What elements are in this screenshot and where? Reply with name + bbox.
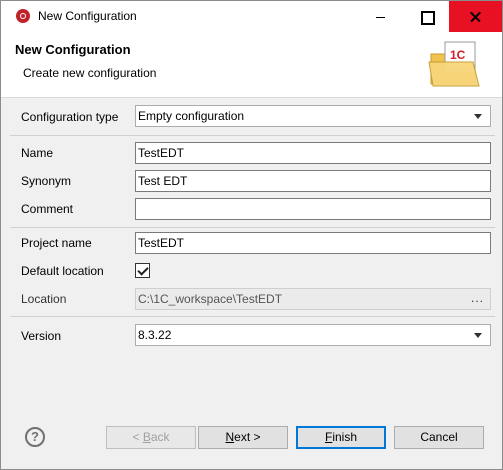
separator xyxy=(10,227,495,228)
cancel-button[interactable]: Cancel xyxy=(394,426,484,449)
window-title: New Configuration xyxy=(38,9,137,23)
wizard-banner: New Configuration Create new configurati… xyxy=(1,32,502,98)
version-select[interactable]: 8.3.22 xyxy=(135,324,491,346)
back-mnemonic: B xyxy=(142,430,151,444)
maximize-button[interactable] xyxy=(403,1,449,32)
version-value: 8.3.22 xyxy=(138,328,172,342)
version-label: Version xyxy=(21,329,62,343)
new-configuration-dialog: New Configuration New Configuration Crea… xyxy=(0,0,503,470)
separator xyxy=(10,135,495,136)
back-rest: ack xyxy=(150,430,170,444)
title-bar[interactable]: New Configuration xyxy=(1,1,502,32)
name-label: Name xyxy=(21,146,54,160)
next-mnemonic: N xyxy=(225,430,235,444)
next-rest: ext > xyxy=(234,430,261,444)
finish-rest: inish xyxy=(332,430,358,444)
default-location-checkbox[interactable] xyxy=(135,263,150,278)
app-logo-icon xyxy=(16,9,30,23)
project-name-input[interactable]: TestEDT xyxy=(135,232,491,254)
close-button[interactable] xyxy=(449,1,502,32)
finish-button[interactable]: Finish xyxy=(296,426,386,449)
next-button[interactable]: Next > xyxy=(198,426,288,449)
back-prefix: < xyxy=(132,430,143,444)
browse-button[interactable]: ... xyxy=(471,291,484,305)
dropdown-arrow-icon[interactable] xyxy=(474,333,482,338)
location-input[interactable]: C:\1C_workspace\TestEDT ... xyxy=(135,288,491,310)
comment-input[interactable] xyxy=(135,198,491,220)
config-type-value: Empty configuration xyxy=(138,109,245,123)
config-type-label: Configuration type xyxy=(21,110,119,124)
banner-subtitle: Create new configuration xyxy=(23,66,157,80)
location-label: Location xyxy=(21,292,67,306)
badge-text: 1C xyxy=(450,48,466,62)
comment-label: Comment xyxy=(21,202,74,216)
folder-config-icon: 1C xyxy=(428,41,480,87)
back-button: < Back xyxy=(106,426,196,449)
synonym-input[interactable]: Test EDT xyxy=(135,170,491,192)
banner-title: New Configuration xyxy=(15,42,131,57)
project-name-label: Project name xyxy=(21,236,92,250)
help-icon[interactable]: ? xyxy=(25,427,45,447)
config-type-select[interactable]: Empty configuration xyxy=(135,105,491,127)
synonym-label: Synonym xyxy=(21,174,72,188)
location-value: C:\1C_workspace\TestEDT xyxy=(138,292,283,306)
name-input[interactable]: TestEDT xyxy=(135,142,491,164)
minimize-button[interactable] xyxy=(357,1,403,32)
default-location-label: Default location xyxy=(21,264,104,278)
dropdown-arrow-icon[interactable] xyxy=(474,114,482,119)
separator xyxy=(10,316,495,317)
